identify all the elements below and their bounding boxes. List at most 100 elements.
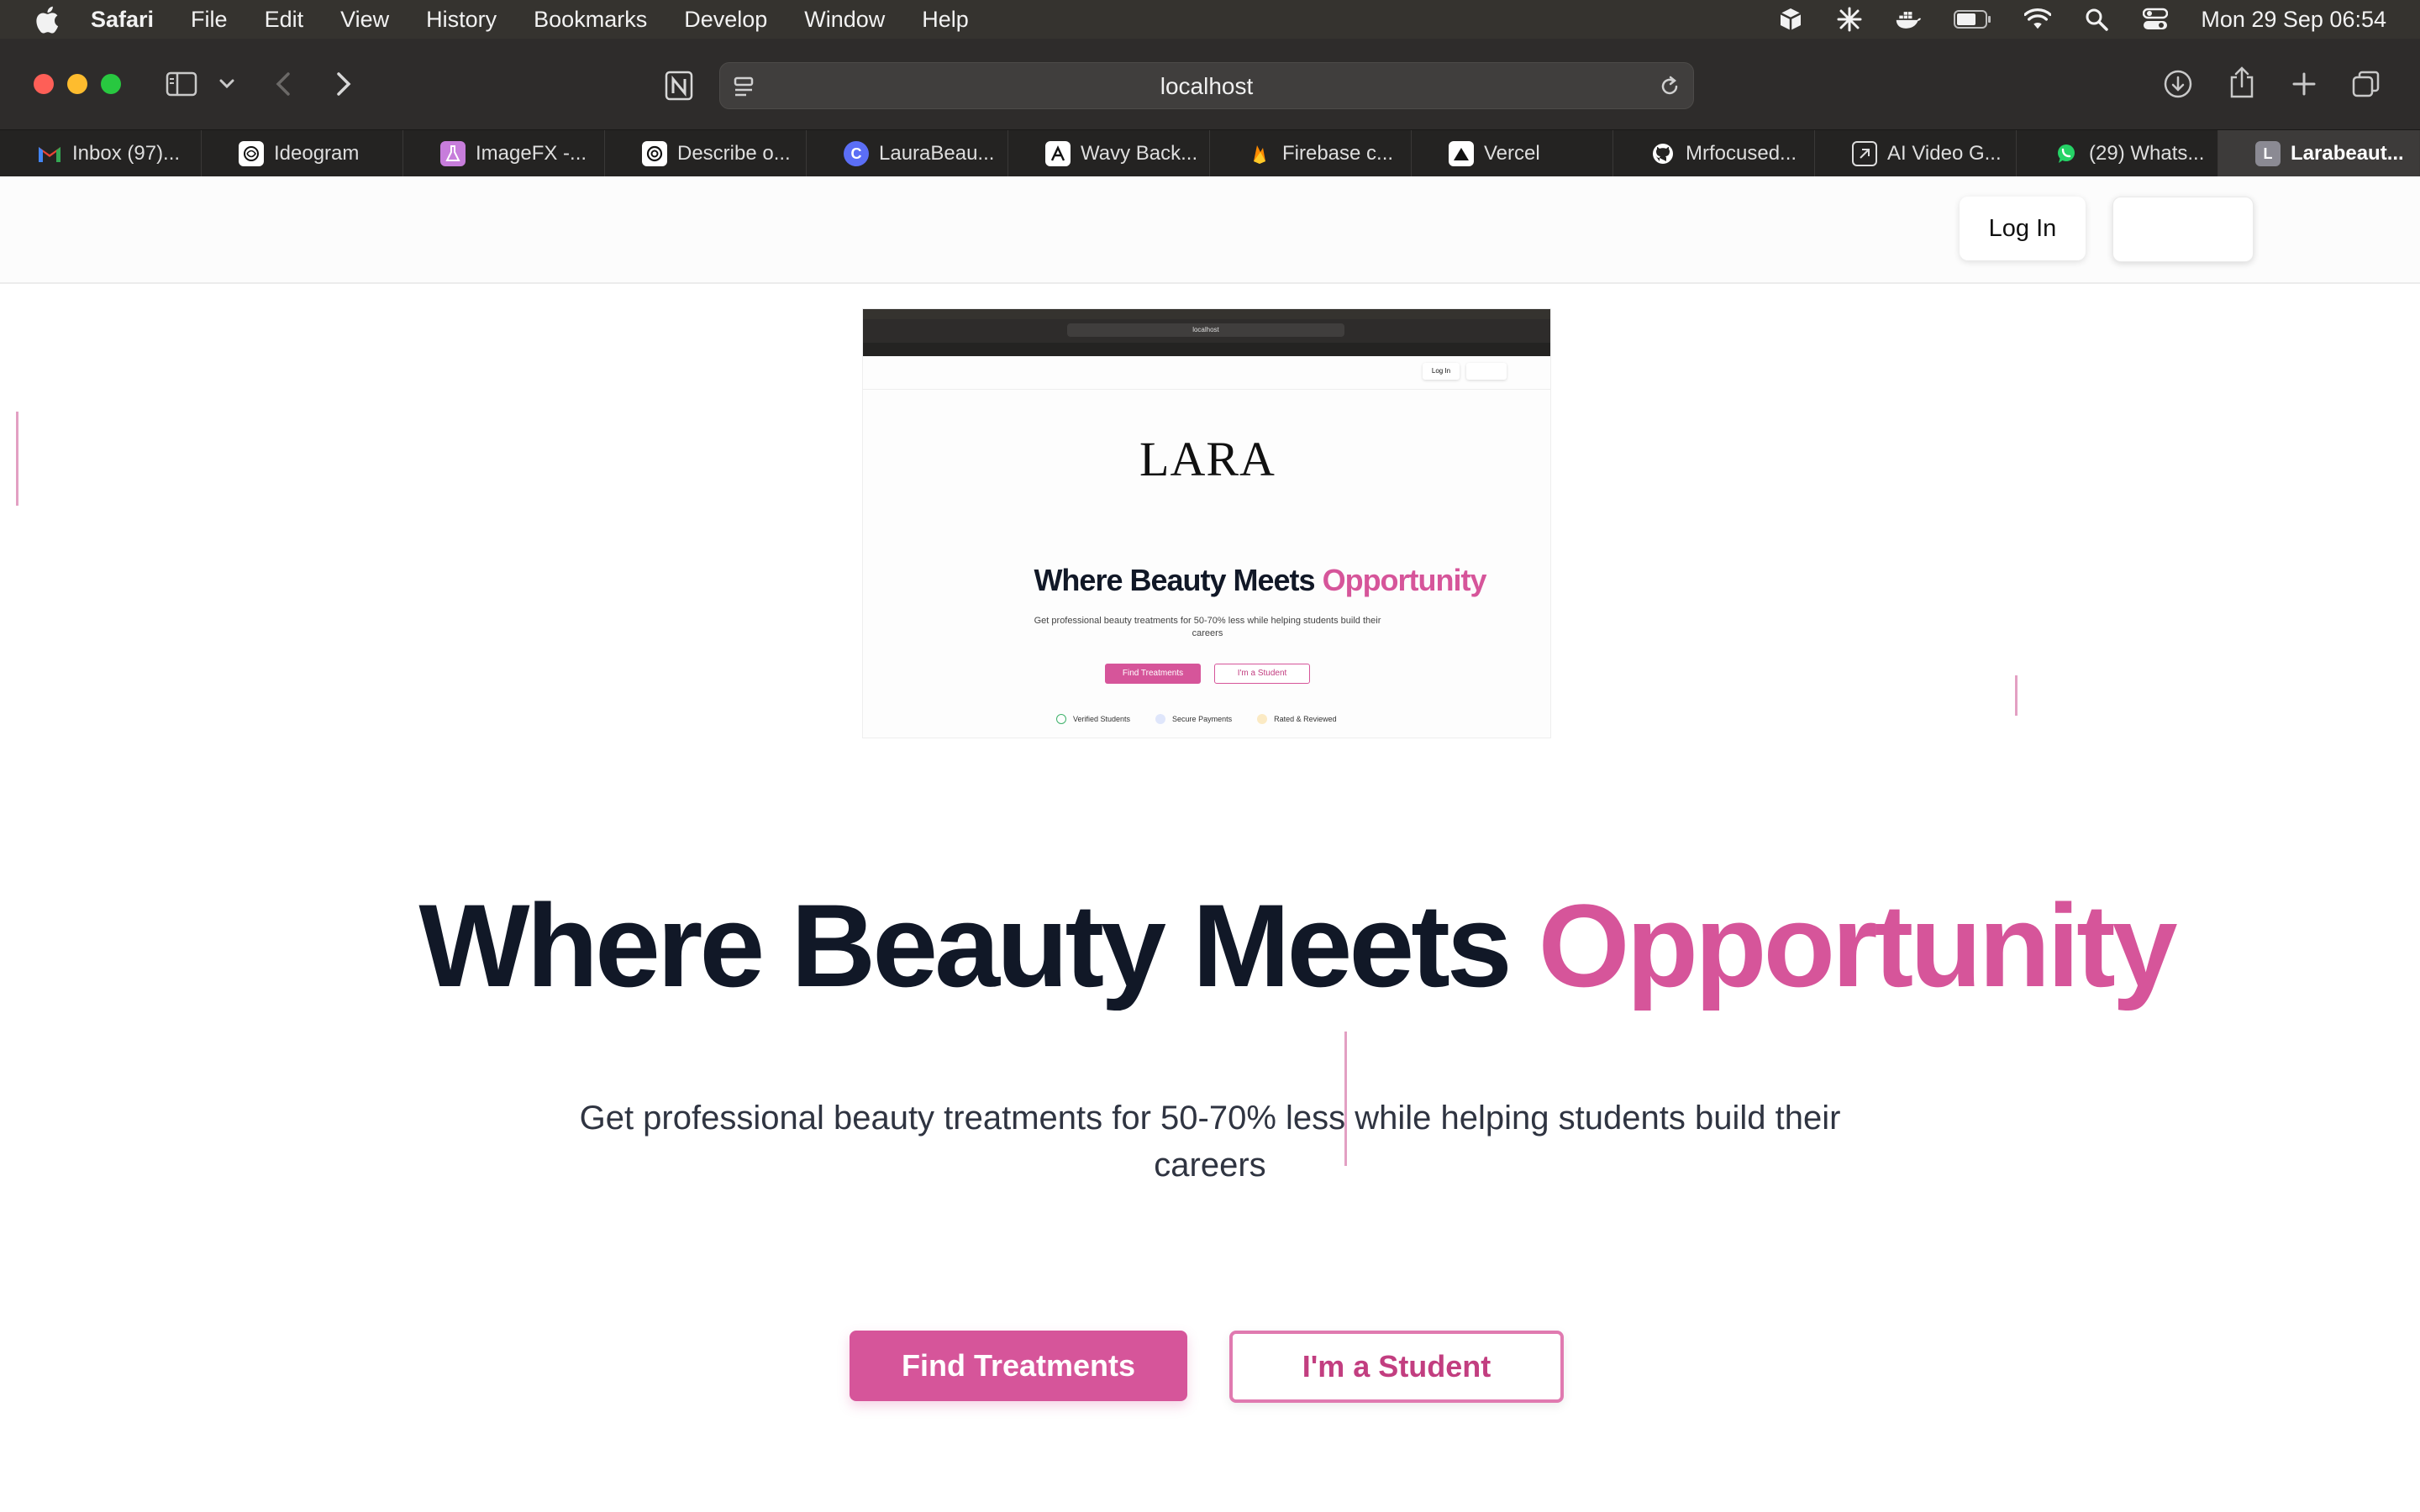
tab-label: Inbox (97)... (72, 142, 181, 165)
preview-badge-verified: Verified Students (1056, 714, 1130, 724)
menu-history[interactable]: History (426, 7, 497, 33)
menu-window[interactable]: Window (804, 7, 885, 33)
firebase-icon (1247, 141, 1272, 166)
tab-label: Firebase c... (1282, 142, 1394, 165)
wifi-icon[interactable] (2024, 6, 2052, 33)
lara-logo: LARA (1139, 432, 1276, 486)
reload-icon[interactable] (1656, 73, 1683, 100)
url-text[interactable]: localhost (720, 63, 1693, 110)
status-area: Mon 29 Sep 06:54 (1777, 0, 2386, 39)
preview-find-button: Find Treatments (1105, 664, 1201, 684)
tab-vercel[interactable]: Vercel (1412, 130, 1613, 177)
tab-label: (29) Whats... (2089, 142, 2205, 165)
menu-app-name[interactable]: Safari (91, 7, 154, 33)
tab-gmail[interactable]: Inbox (97)... (0, 130, 202, 177)
tab-label: Mrfocused... (1686, 142, 1797, 165)
menu-edit[interactable]: Edit (265, 7, 304, 33)
site-header: Log In (0, 176, 2420, 284)
docker-icon[interactable] (1895, 6, 1922, 33)
hero-preview-image: localhost Log In LARA Where Beauty Meets… (862, 308, 1551, 738)
login-button[interactable]: Log In (1960, 197, 2086, 260)
sidebar-toggle-icon[interactable] (165, 69, 198, 99)
card-icon (1155, 714, 1166, 724)
zoom-window-button[interactable] (101, 74, 121, 94)
preview-title: Where Beauty Meets Opportunity (863, 563, 1550, 598)
badge-label: Verified Students (1073, 715, 1131, 723)
gmail-icon (37, 141, 62, 166)
preview-badges: Verified Students Secure Payments Rated … (1056, 714, 1337, 724)
preview-blank-button (1466, 363, 1507, 380)
tab-ideogram[interactable]: Ideogram (202, 130, 403, 177)
check-icon (1056, 714, 1066, 724)
ideogram-icon (239, 141, 264, 166)
preview-title-main: Where Beauty Meets (1034, 563, 1315, 597)
tab-bar: Inbox (97)... Ideogram ImageFX -... Desc… (0, 129, 2420, 177)
menubar-clock[interactable]: Mon 29 Sep 06:54 (2201, 7, 2386, 33)
package-icon[interactable] (1777, 6, 1804, 33)
preview-header: Log In (863, 356, 1550, 390)
tab-laurabeauty[interactable]: C LauraBeau... (807, 130, 1008, 177)
imagefx-icon (440, 141, 466, 166)
preview-login-button: Log In (1423, 363, 1460, 380)
badge-label: Secure Payments (1172, 715, 1233, 723)
search-icon[interactable] (2083, 6, 2110, 33)
back-icon[interactable] (271, 69, 296, 99)
tab-whatsapp[interactable]: (29) Whats... (2017, 130, 2218, 177)
downloads-icon[interactable] (2161, 67, 2195, 101)
minimize-window-button[interactable] (67, 74, 87, 94)
tab-overview-icon[interactable] (2349, 67, 2383, 101)
control-center-icon[interactable] (2142, 6, 2169, 33)
tab-firebase[interactable]: Firebase c... (1210, 130, 1412, 177)
tab-ai-video[interactable]: AI Video G... (1815, 130, 2017, 177)
preview-subtitle: Get professional beauty treatments for 5… (1034, 616, 1381, 638)
badge-label: Rated & Reviewed (1274, 715, 1337, 723)
notion-icon[interactable] (662, 69, 696, 102)
canva-icon: C (844, 141, 869, 166)
new-tab-icon[interactable] (2287, 67, 2321, 101)
menu-bookmarks[interactable]: Bookmarks (534, 7, 647, 33)
tab-label: Larabeaut... (2291, 142, 2404, 165)
menu-file[interactable]: File (191, 7, 228, 33)
tab-label: ImageFX -... (476, 142, 587, 165)
student-button[interactable]: I'm a Student (1229, 1331, 1564, 1403)
preview-badge-rated: Rated & Reviewed (1257, 714, 1337, 724)
hero-title: Where Beauty Meets Opportunity (0, 879, 2420, 1013)
menu-develop[interactable]: Develop (684, 7, 767, 33)
preview-title-accent: Opportunity (1322, 563, 1487, 597)
menu-help[interactable]: Help (922, 7, 969, 33)
preview-menubar (863, 309, 1550, 319)
tab-describe[interactable]: Describe o... (605, 130, 807, 177)
lara-tab-icon: L (2255, 141, 2281, 166)
tab-imagefx[interactable]: ImageFX -... (403, 130, 605, 177)
hero-subtitle: Get professional beauty treatments for 5… (579, 1100, 1841, 1184)
forward-icon[interactable] (331, 69, 356, 99)
tab-label: Wavy Back... (1081, 142, 1198, 165)
find-treatments-button[interactable]: Find Treatments (850, 1331, 1187, 1401)
star-icon (1257, 714, 1268, 724)
chevron-down-icon[interactable] (217, 72, 237, 96)
hero-title-main: Where Beauty Meets (418, 879, 1512, 1011)
tab-label: Vercel (1484, 142, 1540, 165)
openai-icon (642, 141, 667, 166)
menu-view[interactable]: View (340, 7, 389, 33)
address-bar[interactable]: localhost (719, 62, 1694, 109)
hero-title-accent: Opportunity (1538, 879, 2178, 1011)
apple-menu-icon[interactable] (34, 4, 60, 34)
close-window-button[interactable] (34, 74, 54, 94)
vercel-icon (1449, 141, 1474, 166)
tab-larabeauty-active[interactable]: L Larabeaut... (2218, 130, 2420, 177)
wavy-icon (1045, 141, 1071, 166)
tab-wavy[interactable]: Wavy Back... (1008, 130, 1210, 177)
battery-icon[interactable] (1954, 6, 1992, 33)
tab-github[interactable]: Mrfocused... (1613, 130, 1815, 177)
preview-badge-secure: Secure Payments (1155, 714, 1232, 724)
whatsapp-icon (2054, 141, 2079, 166)
decorative-line (16, 412, 18, 506)
tab-label: Describe o... (677, 142, 791, 165)
signup-button[interactable] (2112, 197, 2254, 262)
sparkle-icon[interactable] (1836, 6, 1863, 33)
tab-label: Ideogram (274, 142, 360, 165)
tab-label: LauraBeau... (879, 142, 995, 165)
share-icon[interactable] (2225, 64, 2259, 101)
preview-url: localhost (1067, 323, 1344, 337)
